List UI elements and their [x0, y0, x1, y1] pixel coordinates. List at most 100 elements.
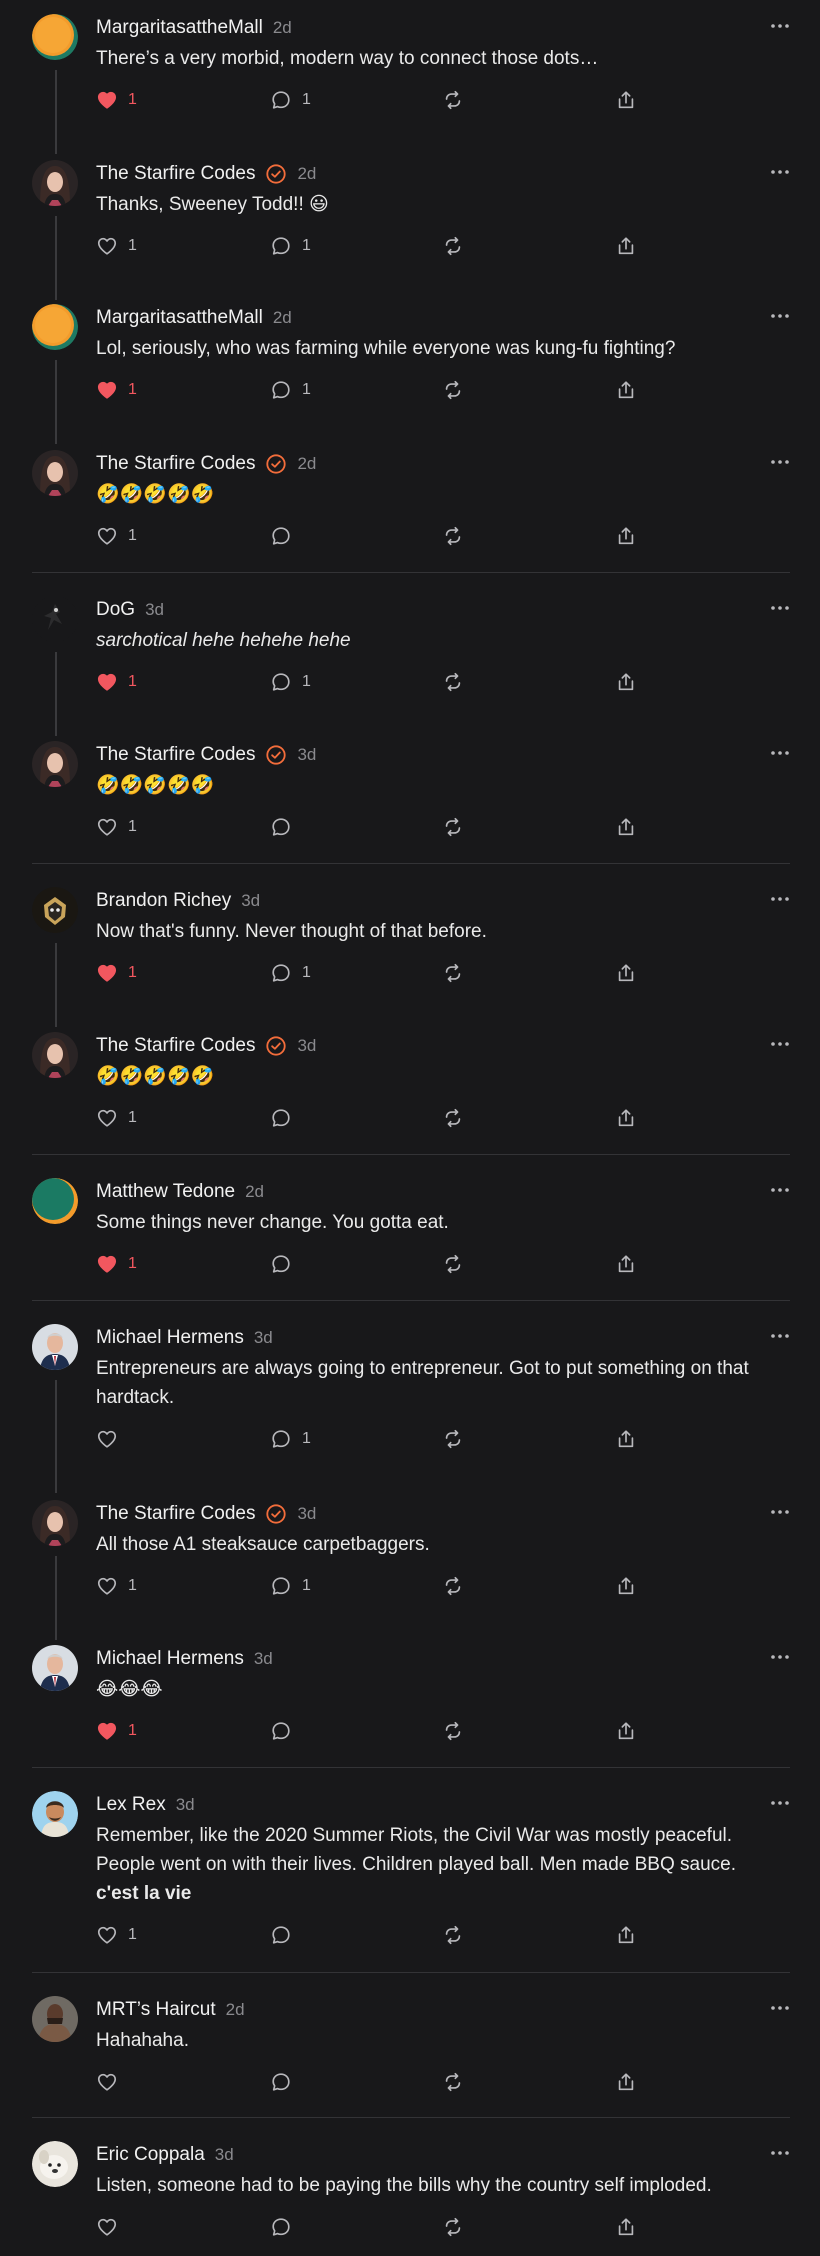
post-timestamp[interactable]: 3d [215, 2145, 234, 2165]
post-timestamp[interactable]: 3d [254, 1649, 273, 1669]
reply-button[interactable]: 1 [270, 1571, 311, 1601]
reply-post[interactable]: Brandon Richey 3d Now that's funny. Never … [0, 887, 820, 1027]
more-options-icon[interactable] [770, 1034, 790, 1054]
reply-post[interactable]: The Starfire Codes 3d 🤣🤣🤣🤣🤣 1 [0, 741, 820, 842]
author-name[interactable]: Michael Hermens [96, 1648, 244, 1670]
reply-button[interactable] [270, 2067, 292, 2097]
post-timestamp[interactable]: 2d [297, 164, 316, 184]
share-button[interactable] [615, 1571, 637, 1601]
more-options-icon[interactable] [770, 1998, 790, 2018]
gorilla-logo-avatar[interactable] [32, 887, 78, 933]
share-button[interactable] [615, 2067, 637, 2097]
share-button[interactable] [615, 1920, 637, 1950]
repost-button[interactable] [442, 812, 464, 842]
reply-post[interactable]: MRT’s Haircut 2d Hahahaha. [0, 1996, 820, 2097]
reply-button[interactable] [270, 521, 292, 551]
orange-green-circle-avatar[interactable] [32, 304, 78, 350]
reply-button[interactable]: 1 [270, 231, 311, 261]
woman-portrait-avatar[interactable] [32, 741, 78, 787]
green-orange-circle-avatar[interactable] [32, 1178, 78, 1224]
like-button[interactable]: 1 [96, 231, 137, 261]
white-dog-avatar[interactable] [32, 2141, 78, 2187]
reply-button[interactable] [270, 1249, 292, 1279]
share-button[interactable] [615, 231, 637, 261]
repost-button[interactable] [442, 958, 464, 988]
like-button[interactable]: 1 [96, 958, 137, 988]
reply-post[interactable]: Michael Hermens 3d 😂😂😂 1 [0, 1645, 820, 1746]
repost-button[interactable] [442, 667, 464, 697]
reply-post[interactable]: Eric Coppala 3d Listen, someone had to be … [0, 2141, 820, 2242]
author-name[interactable]: The Starfire Codes [96, 453, 255, 475]
repost-button[interactable] [442, 231, 464, 261]
man-suit-avatar[interactable] [32, 1645, 78, 1691]
repost-button[interactable] [442, 1249, 464, 1279]
reply-post[interactable]: Matthew Tedone 2d Some things never change… [0, 1178, 820, 1279]
like-button[interactable]: 1 [96, 375, 137, 405]
like-button[interactable] [96, 2067, 118, 2097]
repost-button[interactable] [442, 1103, 464, 1133]
like-button[interactable]: 1 [96, 1920, 137, 1950]
author-name[interactable]: Michael Hermens [96, 1327, 244, 1349]
reply-button[interactable] [270, 812, 292, 842]
more-options-icon[interactable] [770, 1647, 790, 1667]
like-button[interactable]: 1 [96, 667, 137, 697]
author-name[interactable]: Eric Coppala [96, 2144, 205, 2166]
post-timestamp[interactable]: 3d [176, 1795, 195, 1815]
reply-button[interactable] [270, 1716, 292, 1746]
repost-button[interactable] [442, 521, 464, 551]
share-button[interactable] [615, 812, 637, 842]
reply-button[interactable] [270, 1103, 292, 1133]
like-button[interactable]: 1 [96, 85, 137, 115]
share-button[interactable] [615, 1716, 637, 1746]
more-options-icon[interactable] [770, 743, 790, 763]
more-options-icon[interactable] [770, 1180, 790, 1200]
post-timestamp[interactable]: 3d [241, 891, 260, 911]
author-name[interactable]: MRT’s Haircut [96, 1999, 216, 2021]
reply-post[interactable]: Lex Rex 3d Remember, like the 2020 Summer … [0, 1791, 820, 1950]
more-options-icon[interactable] [770, 2143, 790, 2163]
reply-button[interactable]: 1 [270, 958, 311, 988]
more-options-icon[interactable] [770, 306, 790, 326]
reply-post[interactable]: The Starfire Codes 3d 🤣🤣🤣🤣🤣 1 [0, 1032, 820, 1133]
reply-button[interactable]: 1 [270, 375, 311, 405]
orange-green-circle-avatar[interactable] [32, 14, 78, 60]
cartoon-man-avatar[interactable] [32, 1791, 78, 1837]
reply-button[interactable] [270, 1920, 292, 1950]
post-timestamp[interactable]: 2d [226, 2000, 245, 2020]
share-button[interactable] [615, 958, 637, 988]
like-button[interactable]: 1 [96, 521, 137, 551]
repost-button[interactable] [442, 2212, 464, 2242]
post-timestamp[interactable]: 2d [245, 1182, 264, 1202]
reply-button[interactable] [270, 2212, 292, 2242]
post-timestamp[interactable]: 2d [273, 18, 292, 38]
more-options-icon[interactable] [770, 889, 790, 909]
reply-post[interactable]: The Starfire Codes 3d All those A1 steaksa… [0, 1500, 820, 1640]
more-options-icon[interactable] [770, 1793, 790, 1813]
reply-post[interactable]: MargaritasattheMall 2d There’s a very morb… [0, 14, 820, 154]
more-options-icon[interactable] [770, 452, 790, 472]
share-button[interactable] [615, 375, 637, 405]
woman-portrait-avatar[interactable] [32, 160, 78, 206]
more-options-icon[interactable] [770, 1326, 790, 1346]
repost-button[interactable] [442, 1920, 464, 1950]
reply-post[interactable]: The Starfire Codes 2d Thanks, Sweeney Todd… [0, 160, 820, 300]
repost-button[interactable] [442, 1716, 464, 1746]
post-timestamp[interactable]: 3d [145, 600, 164, 620]
reply-button[interactable]: 1 [270, 1424, 311, 1454]
reply-post[interactable]: DoG 3d sarchotical hehe hehehe hehe 1 1 [0, 596, 820, 736]
author-name[interactable]: The Starfire Codes [96, 163, 255, 185]
like-button[interactable] [96, 2212, 118, 2242]
repost-button[interactable] [442, 1424, 464, 1454]
like-button[interactable]: 1 [96, 812, 137, 842]
woman-portrait-avatar[interactable] [32, 1032, 78, 1078]
portrait-avatar[interactable] [32, 1996, 78, 2042]
repost-button[interactable] [442, 2067, 464, 2097]
author-name[interactable]: Lex Rex [96, 1794, 166, 1816]
author-name[interactable]: The Starfire Codes [96, 1035, 255, 1057]
reply-button[interactable]: 1 [270, 667, 311, 697]
reply-button[interactable]: 1 [270, 85, 311, 115]
repost-button[interactable] [442, 85, 464, 115]
repost-button[interactable] [442, 375, 464, 405]
share-button[interactable] [615, 521, 637, 551]
woman-portrait-avatar[interactable] [32, 1500, 78, 1546]
